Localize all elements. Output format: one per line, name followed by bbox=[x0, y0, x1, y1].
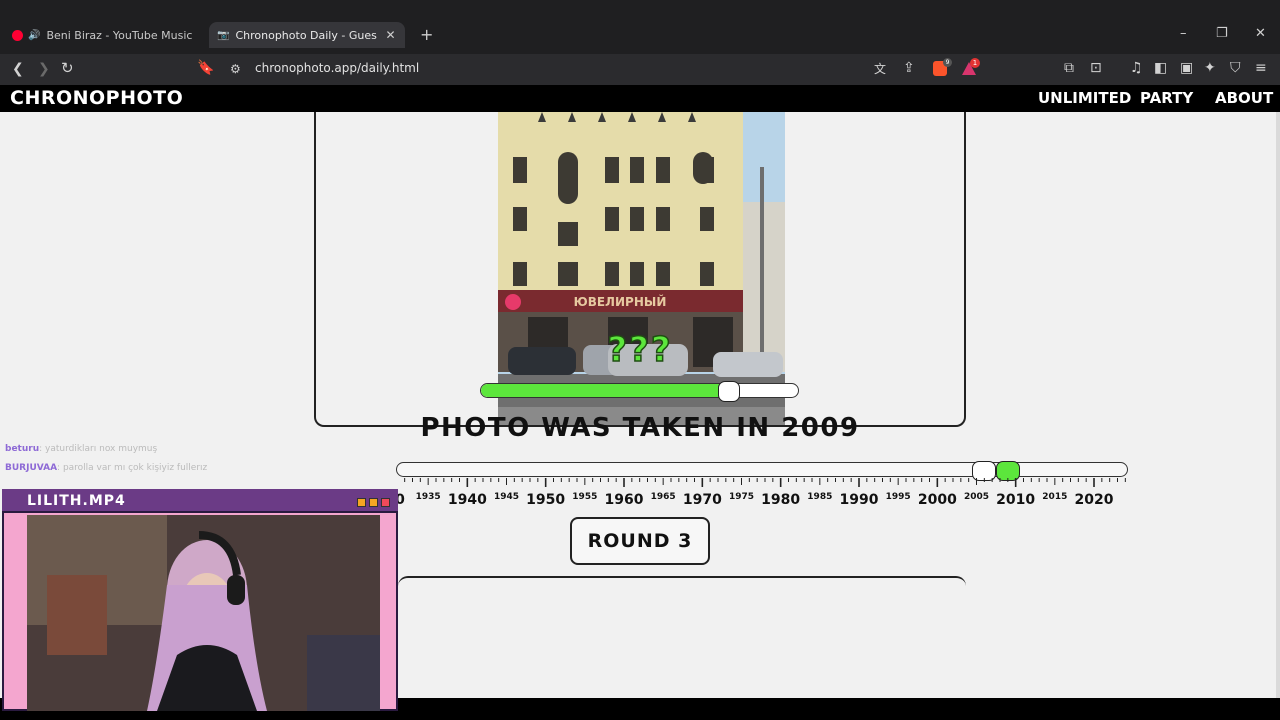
tab-youtube-music[interactable]: 🔊 Beni Biraz - YouTube Music bbox=[12, 23, 202, 47]
guess-photo: ЮВЕЛИРНЫЙ bbox=[498, 112, 785, 425]
webcam-maximize-icon bbox=[369, 498, 378, 507]
building-photo-illustration: ЮВЕЛИРНЫЙ bbox=[498, 112, 785, 425]
chat-message: beturu: yaturdikları nox muymuş bbox=[5, 444, 157, 454]
shop-sign: ЮВЕЛИРНЫЙ bbox=[574, 294, 667, 309]
shields-count-badge: 9 bbox=[943, 58, 952, 67]
round-button[interactable]: ROUND 3 bbox=[570, 517, 710, 565]
timeline-minor-label: 1935 bbox=[415, 492, 441, 502]
timeline-major-label: 1990 bbox=[839, 492, 879, 508]
site-info-icon[interactable]: ⚙ bbox=[230, 61, 241, 77]
site-logo[interactable]: CHRONOPHOTO bbox=[10, 87, 183, 109]
restore-button[interactable]: ❐ bbox=[1216, 26, 1228, 41]
timeline-minor-label: 1965 bbox=[650, 492, 676, 502]
media-icon[interactable]: ♫ bbox=[1130, 60, 1143, 76]
next-photo-frame bbox=[398, 576, 966, 596]
scrollbar[interactable] bbox=[1276, 112, 1280, 698]
bookmark-icon[interactable]: 🔖 bbox=[197, 60, 214, 76]
timeline-major-label: 1960 bbox=[604, 492, 644, 508]
vpn-icon[interactable]: ⛉ bbox=[1230, 60, 1241, 76]
timeline-major-label: 1950 bbox=[526, 492, 566, 508]
result-text: PHOTO WAS TAKEN IN 2009 bbox=[420, 413, 860, 443]
speaker-icon[interactable]: 🔊 bbox=[28, 30, 40, 41]
webcam-minimize-icon bbox=[357, 498, 366, 507]
minimize-button[interactable]: – bbox=[1180, 26, 1187, 41]
wallet-icon[interactable]: ▣ bbox=[1180, 60, 1193, 76]
tab-label: Beni Biraz - YouTube Music bbox=[46, 28, 193, 42]
youtube-music-icon bbox=[12, 29, 23, 41]
score-bar-fill bbox=[481, 384, 729, 397]
nav-about[interactable]: ABOUT bbox=[1215, 89, 1273, 107]
chat-text: : yaturdikları nox muymuş bbox=[39, 444, 158, 454]
tab-chronophoto[interactable]: 📷 Chronophoto Daily - Guess the Y ✕ bbox=[209, 22, 405, 48]
reload-icon[interactable]: ↻ bbox=[61, 60, 74, 76]
webcam-close-icon bbox=[381, 498, 390, 507]
back-icon[interactable]: ❮ bbox=[12, 61, 24, 77]
score-bar bbox=[480, 383, 799, 398]
close-window-button[interactable]: ✕ bbox=[1255, 26, 1266, 41]
share-icon[interactable]: ⇪ bbox=[903, 60, 915, 76]
webcam-video bbox=[27, 515, 380, 711]
timeline-major-label: 2020 bbox=[1074, 492, 1114, 508]
timeline-minor-label: 1975 bbox=[728, 492, 755, 502]
screen: 🔊 Beni Biraz - YouTube Music 📷 Chronopho… bbox=[0, 0, 1280, 720]
nav-party[interactable]: PARTY bbox=[1140, 89, 1193, 107]
new-tab-button[interactable]: + bbox=[420, 25, 433, 44]
menu-icon[interactable]: ≡ bbox=[1255, 60, 1267, 76]
webcam-title: LILITH.MP4 bbox=[27, 493, 126, 509]
timeline-ticks bbox=[404, 478, 1126, 487]
chat-user: BURJUVAA bbox=[5, 463, 58, 473]
timeline-minor-label: 1945 bbox=[493, 492, 520, 502]
tab-label: Chronophoto Daily - Guess the Y bbox=[235, 28, 377, 42]
camera-icon: 📷 bbox=[217, 29, 230, 41]
url-text[interactable]: chronophoto.app/daily.html bbox=[255, 61, 419, 75]
timeline-major-label: 1940 bbox=[447, 492, 487, 508]
timeline-minor-label: 2005 bbox=[963, 492, 990, 502]
timeline-major-label: 2000 bbox=[917, 492, 957, 508]
timeline-minor-label: 1995 bbox=[885, 492, 911, 502]
timeline-major-label: 2010 bbox=[996, 492, 1036, 508]
forward-icon[interactable]: ❯ bbox=[38, 61, 50, 77]
score-display: ??? bbox=[607, 329, 673, 371]
timeline-minor-label: 1985 bbox=[807, 492, 833, 502]
timeline-minor-label: 1955 bbox=[572, 492, 598, 502]
leo-icon[interactable]: ✦ bbox=[1204, 60, 1216, 76]
timeline-major-label: 1970 bbox=[682, 492, 722, 508]
sidebar-icon[interactable]: ◧ bbox=[1154, 60, 1167, 76]
nav-unlimited[interactable]: UNLIMITED bbox=[1038, 89, 1131, 107]
timeline-minor-label: 2015 bbox=[1042, 492, 1068, 502]
photo-frame: ЮВЕЛИРНЫЙ bbox=[314, 112, 966, 427]
screenshot-icon[interactable]: ⊡ bbox=[1090, 60, 1102, 76]
timeline-major-label: 1980 bbox=[761, 492, 801, 508]
chat-message: BURJUVAA: parolla var mı çok kişiyiz ful… bbox=[5, 463, 207, 473]
extensions-icon[interactable]: ⧉ bbox=[1064, 60, 1074, 76]
rewards-badge: 1 bbox=[970, 58, 980, 68]
translate-icon[interactable]: 文 bbox=[874, 61, 886, 77]
chat-user: beturu bbox=[5, 444, 40, 454]
chat-text: : parolla var mı çok kişiyiz fullerız bbox=[57, 463, 208, 473]
streamer-illustration bbox=[27, 515, 380, 711]
score-bar-knob bbox=[717, 381, 740, 402]
close-tab-icon[interactable]: ✕ bbox=[385, 28, 395, 42]
